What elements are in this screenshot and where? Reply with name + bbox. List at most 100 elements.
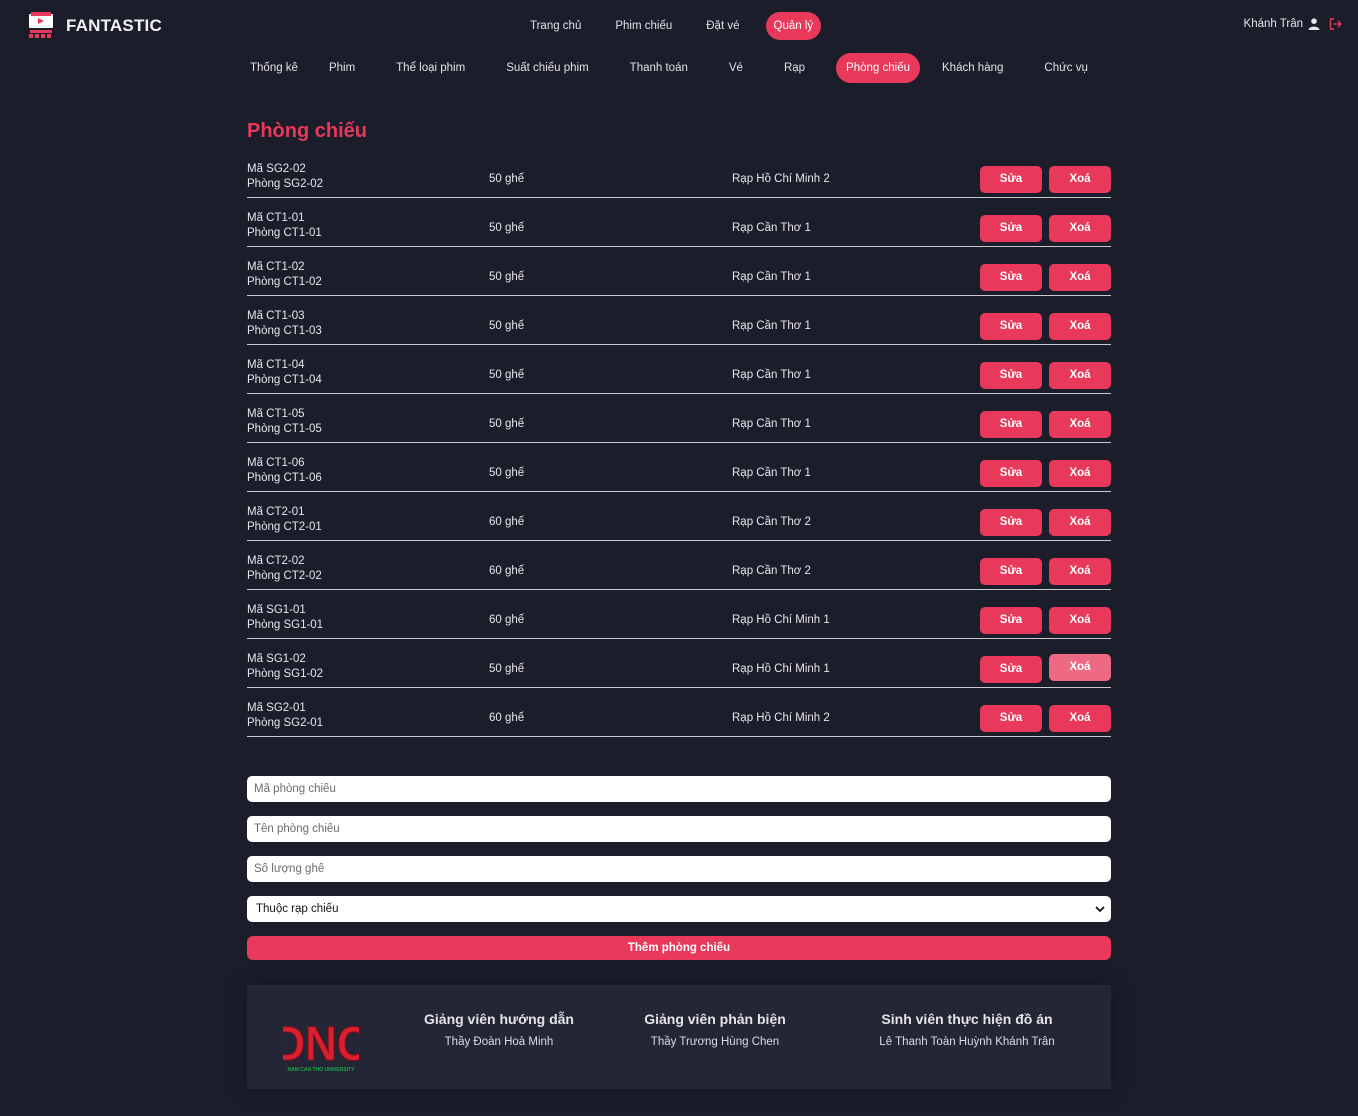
main-nav-movies[interactable]: Phim chiếu [607,12,680,40]
sub-nav-genres[interactable]: Thể loại phim [386,53,475,83]
delete-room-button[interactable]: Xoá [1049,411,1111,438]
sub-nav-customers[interactable]: Khách hàng [932,53,1013,83]
delete-room-button[interactable]: Xoá [1049,705,1111,732]
room-cinema: Rạp Hồ Chí Minh 2 [732,173,830,185]
room-identity: Mã SG2-02 Phòng SG2-02 [247,162,323,192]
room-list: Mã SG2-02 Phòng SG2-02 50 ghế Rạp Hồ Chí Mi… [247,154,1111,737]
reviewer-column: Giảng viên phản biện Thầy Trương Hùng Ch… [637,1011,793,1048]
room-name: Phòng CT2-01 [247,521,322,533]
delete-room-button[interactable]: Xoá [1049,264,1111,291]
room-identity: Mã SG2-01 Phòng SG2-01 [247,701,323,731]
sub-nav-cinemas[interactable]: Rạp [774,53,815,83]
room-seats: 50 ghế [489,663,525,675]
delete-room-button[interactable]: Xoá [1049,509,1111,536]
edit-room-button[interactable]: Sửa [980,166,1042,193]
room-row: Mã CT1-04 Phòng CT1-04 50 ghế Rạp Cần Thơ 1… [247,345,1111,394]
user-name[interactable]: Khánh Trân [1244,18,1303,30]
room-cinema: Rạp Hồ Chí Minh 1 [732,663,830,675]
sub-nav-showtimes[interactable]: Suất chiếu phim [496,53,598,83]
room-code-input[interactable] [247,776,1111,802]
room-code: Mã CT2-01 [247,506,305,518]
admin-sub-nav: Thống kê Phim Thể loại phim Suất chiếu p… [240,53,1098,83]
sub-nav-payments[interactable]: Thanh toán [620,53,698,83]
edit-room-button[interactable]: Sửa [980,607,1042,634]
seat-count-input[interactable] [247,856,1111,882]
room-seats: 60 ghế [489,565,525,577]
room-row: Mã CT1-01 Phòng CT1-01 50 ghế Rạp Cần Thơ 1… [247,198,1111,247]
edit-room-button[interactable]: Sửa [980,215,1042,242]
main-nav: Trang chủ Phim chiếu Đặt vé Quản lý [522,12,839,40]
add-room-form: Thuộc rạp chiếu Thêm phòng chiếu [247,776,1111,960]
room-seats: 60 ghế [489,516,525,528]
room-cinema: Rạp Cần Thơ 1 [732,271,811,283]
edit-room-button[interactable]: Sửa [980,362,1042,389]
delete-room-button[interactable]: Xoá [1049,362,1111,389]
room-seats: 60 ghế [489,614,525,626]
room-seats: 50 ghế [489,369,525,381]
room-name: Phòng CT1-06 [247,472,322,484]
room-row: Mã SG1-01 Phòng SG1-01 60 ghế Rạp Hồ Chí Mi… [247,590,1111,639]
delete-room-button[interactable]: Xoá [1049,215,1111,242]
add-room-button[interactable]: Thêm phòng chiếu [247,936,1111,960]
edit-room-button[interactable]: Sửa [980,411,1042,438]
logout-icon[interactable] [1329,18,1342,30]
room-code: Mã CT1-01 [247,212,305,224]
university-logo-icon: DNC NAM CAN THO UNIVERSITY [283,1016,359,1073]
sub-nav-tickets[interactable]: Vé [719,53,753,83]
room-code: Mã CT1-04 [247,359,305,371]
sub-nav-roles[interactable]: Chức vụ [1034,53,1098,83]
cinema-select[interactable]: Thuộc rạp chiếu [247,896,1111,922]
room-identity: Mã CT1-01 Phòng CT1-01 [247,211,322,241]
advisor-heading: Giảng viên hướng dẫn [424,1011,574,1027]
edit-room-button[interactable]: Sửa [980,460,1042,487]
edit-room-button[interactable]: Sửa [980,264,1042,291]
delete-room-button[interactable]: Xoá [1049,654,1111,681]
room-code: Mã CT1-05 [247,408,305,420]
edit-room-button[interactable]: Sửa [980,313,1042,340]
main-nav-home[interactable]: Trang chủ [522,12,589,40]
room-row: Mã CT2-01 Phòng CT2-01 60 ghế Rạp Cần Thơ 2… [247,492,1111,541]
main-nav-admin[interactable]: Quản lý [765,12,822,40]
room-code: Mã CT1-06 [247,457,305,469]
room-identity: Mã SG1-02 Phòng SG1-02 [247,652,323,682]
delete-room-button[interactable]: Xoá [1049,460,1111,487]
footer: DNC NAM CAN THO UNIVERSITY Giảng viên hư… [247,985,1111,1089]
delete-room-button[interactable]: Xoá [1049,558,1111,585]
sub-nav-stats[interactable]: Thống kê [240,53,308,83]
room-cinema: Rạp Cần Thơ 1 [732,369,811,381]
room-code: Mã SG2-02 [247,163,306,175]
edit-room-button[interactable]: Sửa [980,705,1042,732]
room-identity: Mã CT2-02 Phòng CT2-02 [247,554,322,584]
reviewer-name: Thầy Trương Hùng Chen [650,1036,780,1048]
room-row: Mã CT1-06 Phòng CT1-06 50 ghế Rạp Cần Thơ 1… [247,443,1111,492]
room-name: Phòng SG1-01 [247,619,324,631]
brand[interactable]: FANTASTIC [28,12,162,40]
reviewer-heading: Giảng viên phản biện [644,1011,786,1027]
university-logo-caption: NAM CAN THO UNIVERSITY [288,1067,356,1073]
sub-nav-movies[interactable]: Phim [319,53,365,83]
room-row: Mã SG1-02 Phòng SG1-02 50 ghế Rạp Hồ Chí Mi… [247,639,1111,688]
page-title: Phòng chiếu [247,120,367,142]
room-code: Mã CT2-02 [247,555,305,567]
sub-nav-rooms[interactable]: Phòng chiếu [836,53,920,83]
user-icon[interactable] [1308,18,1320,30]
room-name: Phòng SG2-02 [247,178,324,190]
room-name: Phòng CT1-02 [247,276,322,288]
edit-room-button[interactable]: Sửa [980,558,1042,585]
room-cinema: Rạp Hồ Chí Minh 1 [732,614,830,626]
edit-room-button[interactable]: Sửa [980,509,1042,536]
room-name-input[interactable] [247,816,1111,842]
room-identity: Mã SG1-01 Phòng SG1-01 [247,603,323,633]
delete-room-button[interactable]: Xoá [1049,313,1111,340]
room-seats: 50 ghế [489,173,525,185]
room-seats: 50 ghế [489,222,525,234]
advisor-name: Thầy Đoàn Hoà Minh [444,1036,554,1048]
delete-room-button[interactable]: Xoá [1049,607,1111,634]
main-nav-booking[interactable]: Đặt vé [698,12,747,40]
students-column: Sinh viên thực hiện đồ án Lê Thanh Toàn … [865,1011,1069,1048]
edit-room-button[interactable]: Sửa [980,656,1042,683]
room-identity: Mã CT1-06 Phòng CT1-06 [247,456,322,486]
room-identity: Mã CT1-03 Phòng CT1-03 [247,309,322,339]
room-code: Mã CT1-02 [247,261,305,273]
delete-room-button[interactable]: Xoá [1049,166,1111,193]
